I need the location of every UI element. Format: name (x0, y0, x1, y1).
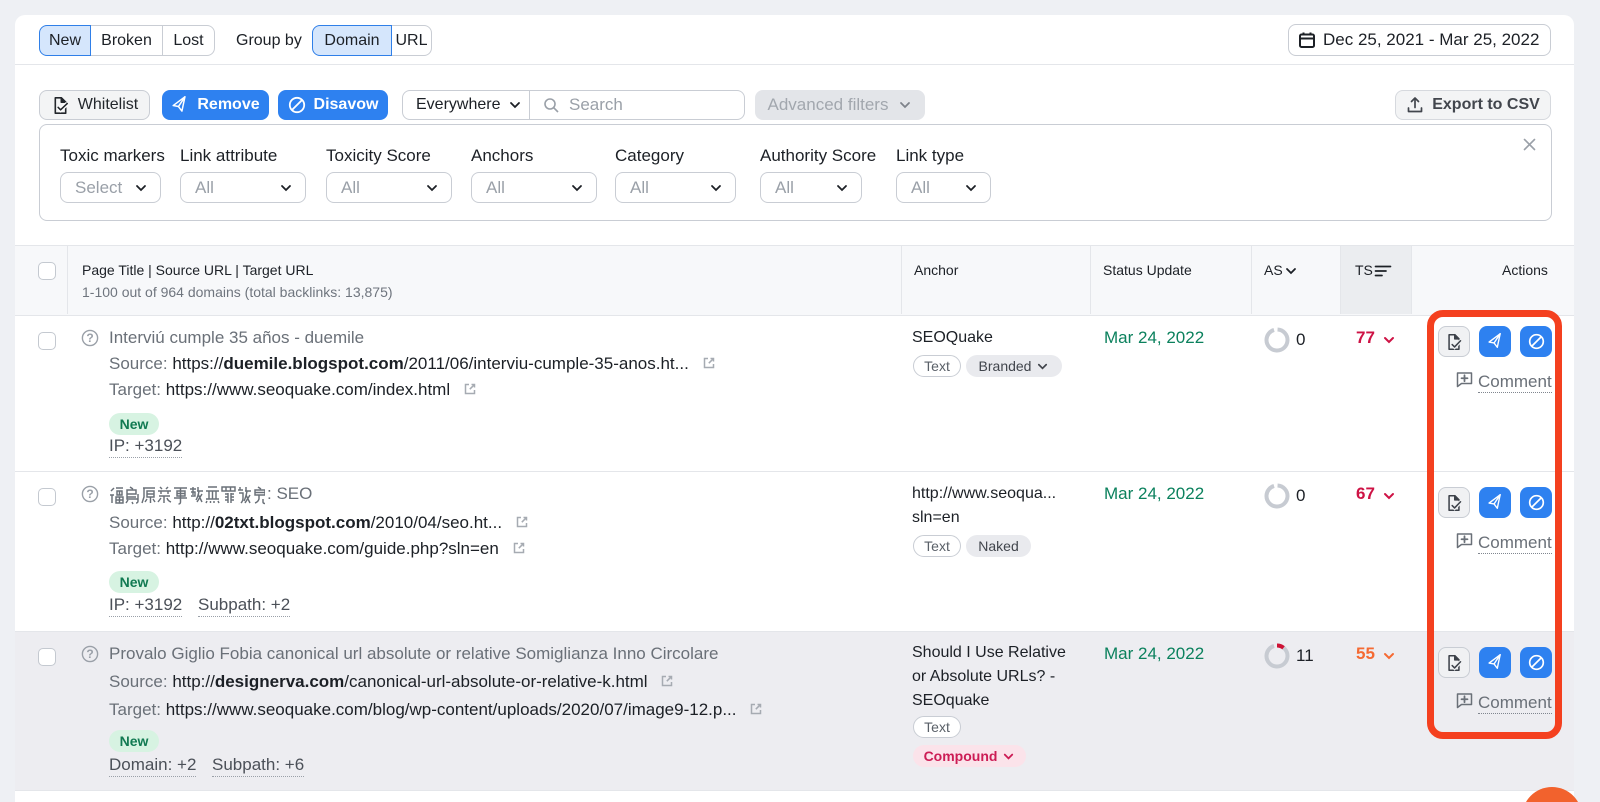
svg-text:?: ? (86, 647, 93, 661)
svg-text:?: ? (86, 331, 93, 345)
svg-text:?: ? (86, 487, 93, 501)
